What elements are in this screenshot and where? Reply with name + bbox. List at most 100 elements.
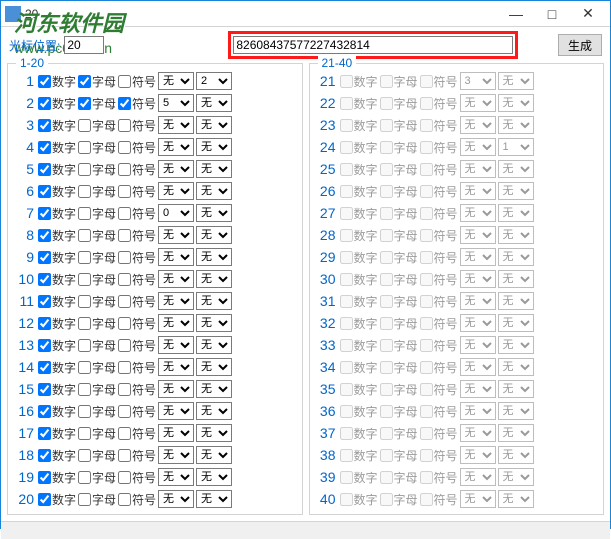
digit-label[interactable]: 数字 xyxy=(38,425,76,442)
digit-label[interactable]: 数字 xyxy=(38,139,76,156)
letter-checkbox[interactable] xyxy=(78,339,91,352)
letter-checkbox[interactable] xyxy=(78,207,91,220)
select-2[interactable]: 无 xyxy=(196,248,232,266)
digit-label[interactable]: 数字 xyxy=(38,403,76,420)
digit-label[interactable]: 数字 xyxy=(38,381,76,398)
digit-label[interactable]: 数字 xyxy=(38,227,76,244)
minimize-button[interactable]: — xyxy=(498,4,534,24)
symbol-label[interactable]: 符号 xyxy=(118,381,156,398)
select-2[interactable]: 无 xyxy=(196,490,232,508)
digit-checkbox[interactable] xyxy=(38,493,51,506)
digit-checkbox[interactable] xyxy=(38,229,51,242)
letter-checkbox[interactable] xyxy=(78,273,91,286)
symbol-checkbox[interactable] xyxy=(118,185,131,198)
letter-label[interactable]: 字母 xyxy=(78,491,116,508)
letter-label[interactable]: 字母 xyxy=(78,293,116,310)
digit-checkbox[interactable] xyxy=(38,119,51,132)
symbol-label[interactable]: 符号 xyxy=(118,403,156,420)
select-1[interactable]: 无 xyxy=(158,248,194,266)
symbol-label[interactable]: 符号 xyxy=(118,293,156,310)
symbol-checkbox[interactable] xyxy=(118,141,131,154)
symbol-label[interactable]: 符号 xyxy=(118,73,156,90)
digit-label[interactable]: 数字 xyxy=(38,73,76,90)
digit-checkbox[interactable] xyxy=(38,185,51,198)
select-2[interactable]: 无 xyxy=(196,204,232,222)
symbol-checkbox[interactable] xyxy=(118,361,131,374)
digit-label[interactable]: 数字 xyxy=(38,271,76,288)
symbol-label[interactable]: 符号 xyxy=(118,491,156,508)
symbol-checkbox[interactable] xyxy=(118,97,131,110)
letter-checkbox[interactable] xyxy=(78,251,91,264)
symbol-label[interactable]: 符号 xyxy=(118,227,156,244)
letter-label[interactable]: 字母 xyxy=(78,381,116,398)
letter-checkbox[interactable] xyxy=(78,229,91,242)
symbol-checkbox[interactable] xyxy=(118,405,131,418)
select-1[interactable]: 0 xyxy=(158,204,194,222)
digit-checkbox[interactable] xyxy=(38,97,51,110)
digit-checkbox[interactable] xyxy=(38,471,51,484)
letter-checkbox[interactable] xyxy=(78,97,91,110)
symbol-label[interactable]: 符号 xyxy=(118,359,156,376)
digit-label[interactable]: 数字 xyxy=(38,293,76,310)
select-2[interactable]: 无 xyxy=(196,380,232,398)
maximize-button[interactable]: □ xyxy=(534,4,570,24)
symbol-checkbox[interactable] xyxy=(118,383,131,396)
symbol-checkbox[interactable] xyxy=(118,427,131,440)
digit-label[interactable]: 数字 xyxy=(38,469,76,486)
symbol-label[interactable]: 符号 xyxy=(118,139,156,156)
letter-label[interactable]: 字母 xyxy=(78,359,116,376)
letter-label[interactable]: 字母 xyxy=(78,337,116,354)
symbol-checkbox[interactable] xyxy=(118,251,131,264)
symbol-label[interactable]: 符号 xyxy=(118,95,156,112)
symbol-label[interactable]: 符号 xyxy=(118,447,156,464)
select-2[interactable]: 2 xyxy=(196,72,232,90)
symbol-checkbox[interactable] xyxy=(118,273,131,286)
select-1[interactable]: 无 xyxy=(158,160,194,178)
select-1[interactable]: 无 xyxy=(158,380,194,398)
letter-checkbox[interactable] xyxy=(78,163,91,176)
select-2[interactable]: 无 xyxy=(196,292,232,310)
select-2[interactable]: 无 xyxy=(196,402,232,420)
digit-label[interactable]: 数字 xyxy=(38,337,76,354)
digit-label[interactable]: 数字 xyxy=(38,249,76,266)
letter-label[interactable]: 字母 xyxy=(78,315,116,332)
select-1[interactable]: 5 xyxy=(158,94,194,112)
select-2[interactable]: 无 xyxy=(196,94,232,112)
select-2[interactable]: 无 xyxy=(196,424,232,442)
select-1[interactable]: 无 xyxy=(158,402,194,420)
letter-label[interactable]: 字母 xyxy=(78,139,116,156)
digit-label[interactable]: 数字 xyxy=(38,161,76,178)
symbol-checkbox[interactable] xyxy=(118,295,131,308)
digit-label[interactable]: 数字 xyxy=(38,359,76,376)
symbol-checkbox[interactable] xyxy=(118,493,131,506)
select-1[interactable]: 无 xyxy=(158,424,194,442)
symbol-label[interactable]: 符号 xyxy=(118,205,156,222)
letter-label[interactable]: 字母 xyxy=(78,249,116,266)
letter-label[interactable]: 字母 xyxy=(78,73,116,90)
letter-label[interactable]: 字母 xyxy=(78,403,116,420)
symbol-label[interactable]: 符号 xyxy=(118,425,156,442)
digit-checkbox[interactable] xyxy=(38,383,51,396)
symbol-checkbox[interactable] xyxy=(118,471,131,484)
select-2[interactable]: 无 xyxy=(196,116,232,134)
letter-checkbox[interactable] xyxy=(78,119,91,132)
select-1[interactable]: 无 xyxy=(158,270,194,288)
symbol-checkbox[interactable] xyxy=(118,207,131,220)
select-1[interactable]: 无 xyxy=(158,336,194,354)
letter-label[interactable]: 字母 xyxy=(78,271,116,288)
digit-checkbox[interactable] xyxy=(38,273,51,286)
symbol-checkbox[interactable] xyxy=(118,119,131,132)
select-1[interactable]: 无 xyxy=(158,446,194,464)
letter-label[interactable]: 字母 xyxy=(78,117,116,134)
digit-checkbox[interactable] xyxy=(38,163,51,176)
digit-label[interactable]: 数字 xyxy=(38,491,76,508)
letter-label[interactable]: 字母 xyxy=(78,469,116,486)
symbol-label[interactable]: 符号 xyxy=(118,117,156,134)
select-1[interactable]: 无 xyxy=(158,116,194,134)
letter-label[interactable]: 字母 xyxy=(78,95,116,112)
letter-checkbox[interactable] xyxy=(78,361,91,374)
select-2[interactable]: 无 xyxy=(196,138,232,156)
digit-checkbox[interactable] xyxy=(38,75,51,88)
digit-checkbox[interactable] xyxy=(38,251,51,264)
select-2[interactable]: 无 xyxy=(196,314,232,332)
